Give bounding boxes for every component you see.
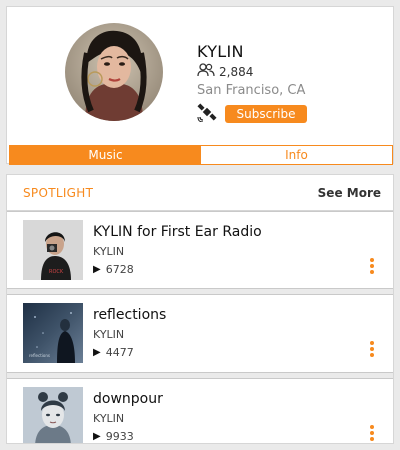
track-artwork: reflections xyxy=(23,303,83,363)
play-count: 6728 xyxy=(105,263,134,276)
track-plays: ▶ 4477 xyxy=(93,346,134,359)
profile-actions: Subscribe xyxy=(197,102,307,126)
track-artist: KYLIN xyxy=(93,328,125,341)
track-title[interactable]: reflections xyxy=(93,307,166,323)
people-icon xyxy=(197,63,215,80)
more-vertical-icon[interactable] xyxy=(369,341,375,359)
track-row[interactable]: reflections reflections KYLIN ▶ 4477 xyxy=(7,295,393,373)
profile-tabs: Music Info xyxy=(9,145,393,165)
followers-count: 2,884 xyxy=(197,63,253,80)
track-artwork xyxy=(23,387,83,443)
play-icon: ▶ xyxy=(93,347,101,358)
svg-text:ROCK: ROCK xyxy=(49,269,64,275)
play-count: 9933 xyxy=(105,430,134,443)
track-artwork: ROCK xyxy=(23,220,83,280)
more-vertical-icon[interactable] xyxy=(369,258,375,276)
subscribe-button[interactable]: Subscribe xyxy=(225,105,307,123)
play-icon: ▶ xyxy=(93,264,101,275)
track-artist: KYLIN xyxy=(93,245,125,258)
track-row[interactable]: downpour KYLIN ▶ 9933 xyxy=(7,379,393,443)
profile-name: KYLIN xyxy=(197,42,244,61)
satellite-icon[interactable] xyxy=(197,102,217,126)
track-title[interactable]: downpour xyxy=(93,391,163,407)
more-vertical-icon[interactable] xyxy=(369,425,375,443)
spotlight-header: SPOTLIGHT See More xyxy=(7,175,393,211)
svg-text:reflections: reflections xyxy=(29,353,50,358)
tab-info[interactable]: Info xyxy=(201,146,392,164)
track-plays: ▶ 9933 xyxy=(93,430,134,443)
play-icon: ▶ xyxy=(93,431,101,442)
spotlight-title: SPOTLIGHT xyxy=(23,185,94,200)
tab-music[interactable]: Music xyxy=(10,146,201,164)
followers-value: 2,884 xyxy=(219,64,254,79)
track-artist: KYLIN xyxy=(93,412,125,425)
play-count: 4477 xyxy=(105,346,134,359)
spotlight-card: SPOTLIGHT See More ROCK KYLIN for First … xyxy=(6,174,394,444)
track-plays: ▶ 6728 xyxy=(93,263,134,276)
see-more-link[interactable]: See More xyxy=(318,186,381,200)
profile-card: KYLIN 2,884 San Franciso, CA Subscribe M… xyxy=(6,6,394,165)
track-row[interactable]: ROCK KYLIN for First Ear Radio KYLIN ▶ 6… xyxy=(7,211,393,289)
track-title[interactable]: KYLIN for First Ear Radio xyxy=(93,224,262,240)
profile-location: San Franciso, CA xyxy=(197,83,306,98)
avatar[interactable] xyxy=(65,23,163,121)
